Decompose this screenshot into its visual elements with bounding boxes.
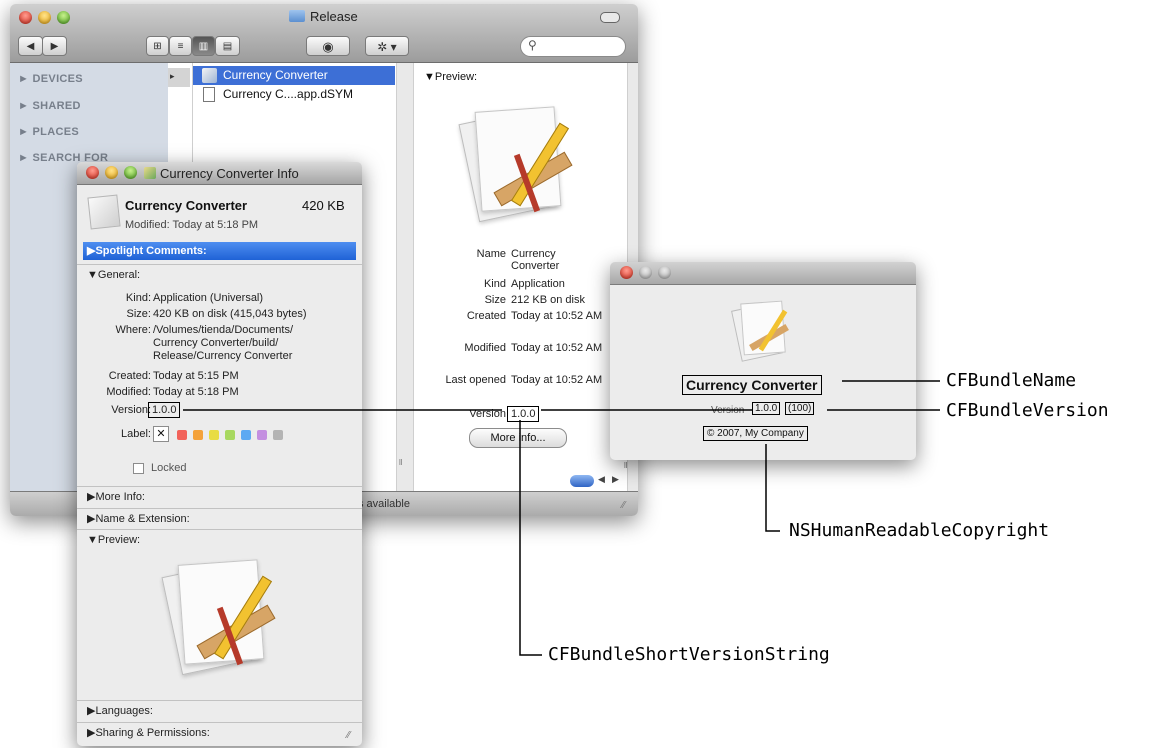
- callout-copyright: NSHumanReadableCopyright: [789, 520, 1050, 541]
- short-version-line: [519, 420, 542, 656]
- callout-bundle-version: CFBundleVersion: [946, 400, 1109, 421]
- callout-bundle-name: CFBundleName: [946, 370, 1077, 391]
- callout-short-version: CFBundleShortVersionString: [548, 644, 830, 665]
- copyright-line: [765, 444, 780, 532]
